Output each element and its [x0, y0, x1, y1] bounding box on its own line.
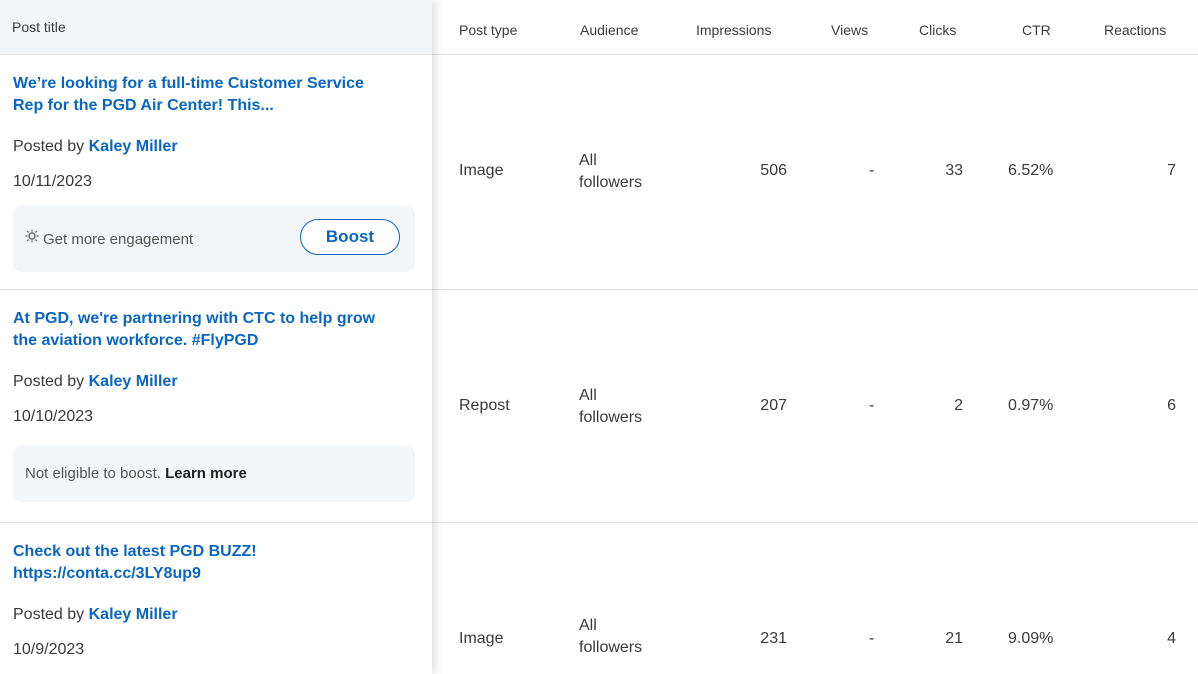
not-eligible-panel: Not eligible to boost. Learn more — [13, 446, 415, 502]
audience-line: All — [579, 387, 597, 404]
audience-cell: All followers — [579, 385, 669, 429]
posted-by: Posted by Kaley Miller — [13, 606, 178, 624]
posted-by-label: Posted by — [13, 138, 85, 155]
audience-line: followers — [579, 409, 643, 426]
views-cell: - — [869, 397, 875, 414]
col-header-reactions[interactable]: Reactions — [1104, 22, 1166, 38]
not-eligible-message: Not eligible to boost. Learn more — [25, 465, 247, 482]
table-row-metrics: Repost All followers 207 - 2 0.97% 6 — [432, 290, 1198, 523]
post-title-link[interactable]: We’re looking for a full-time Customer S… — [13, 73, 393, 117]
audience-line: All — [579, 152, 597, 169]
post-row: At PGD, we're partnering with CTC to hel… — [0, 290, 432, 523]
table-header-metrics: Post type Audience Impressions Views Cli… — [432, 0, 1198, 55]
reactions-cell: 6 — [1167, 397, 1176, 414]
audience-line: All — [579, 617, 597, 634]
post-type-cell: Image — [459, 630, 504, 647]
posted-by: Posted by Kaley Miller — [13, 138, 178, 156]
post-date: 10/11/2023 — [13, 173, 92, 190]
clicks-cell: 2 — [954, 397, 963, 414]
audience-line: followers — [579, 174, 643, 191]
reactions-cell: 7 — [1167, 162, 1176, 179]
col-header-audience[interactable]: Audience — [580, 22, 638, 38]
views-cell: - — [869, 630, 875, 647]
ctr-cell: 6.52% — [1008, 162, 1054, 179]
learn-more-link[interactable]: Learn more — [165, 465, 247, 482]
post-type-cell: Image — [459, 162, 504, 179]
col-header-post-type[interactable]: Post type — [459, 22, 517, 38]
post-title-column: Post title We’re looking for a full-time… — [0, 0, 432, 674]
audience-line: followers — [579, 639, 643, 656]
post-date: 10/10/2023 — [13, 408, 94, 425]
lightbulb-icon — [25, 229, 39, 247]
post-title-link[interactable]: Check out the latest PGD BUZZ! https://c… — [13, 541, 393, 585]
audience-cell: All followers — [579, 615, 669, 659]
reactions-cell: 4 — [1167, 630, 1176, 647]
views-cell: - — [869, 162, 875, 179]
table-row-metrics: Image All followers 506 - 33 6.52% 7 — [432, 55, 1198, 290]
audience-cell: All followers — [579, 150, 669, 194]
engagement-text: Get more engagement — [43, 231, 194, 248]
posted-by-label: Posted by — [13, 606, 85, 623]
ctr-cell: 9.09% — [1008, 630, 1054, 647]
post-row: Check out the latest PGD BUZZ! https://c… — [0, 523, 432, 674]
table-row-metrics: Image All followers 231 - 21 9.09% 4 — [432, 523, 1198, 674]
post-date: 10/9/2023 — [13, 641, 85, 658]
post-title-link[interactable]: At PGD, we're partnering with CTC to hel… — [13, 308, 393, 352]
clicks-cell: 21 — [945, 630, 963, 647]
boost-panel: Get more engagement Boost — [13, 206, 415, 272]
col-header-impressions[interactable]: Impressions — [696, 22, 771, 38]
impressions-cell: 231 — [760, 630, 787, 647]
col-header-clicks[interactable]: Clicks — [919, 22, 956, 38]
author-link[interactable]: Kaley Miller — [89, 373, 178, 390]
post-type-cell: Repost — [459, 397, 510, 414]
col-header-ctr[interactable]: CTR — [1022, 22, 1051, 38]
col-header-post-title[interactable]: Post title — [0, 0, 432, 55]
clicks-cell: 33 — [945, 162, 963, 179]
impressions-cell: 207 — [760, 397, 787, 414]
author-link[interactable]: Kaley Miller — [89, 606, 178, 623]
posted-by-label: Posted by — [13, 373, 85, 390]
not-eligible-text: Not eligible to boost. — [25, 465, 161, 482]
post-row: We’re looking for a full-time Customer S… — [0, 55, 432, 290]
ctr-cell: 0.97% — [1008, 397, 1054, 414]
col-header-views[interactable]: Views — [831, 22, 868, 38]
author-link[interactable]: Kaley Miller — [89, 138, 178, 155]
impressions-cell: 506 — [760, 162, 787, 179]
posted-by: Posted by Kaley Miller — [13, 373, 178, 391]
boost-button[interactable]: Boost — [300, 219, 400, 255]
